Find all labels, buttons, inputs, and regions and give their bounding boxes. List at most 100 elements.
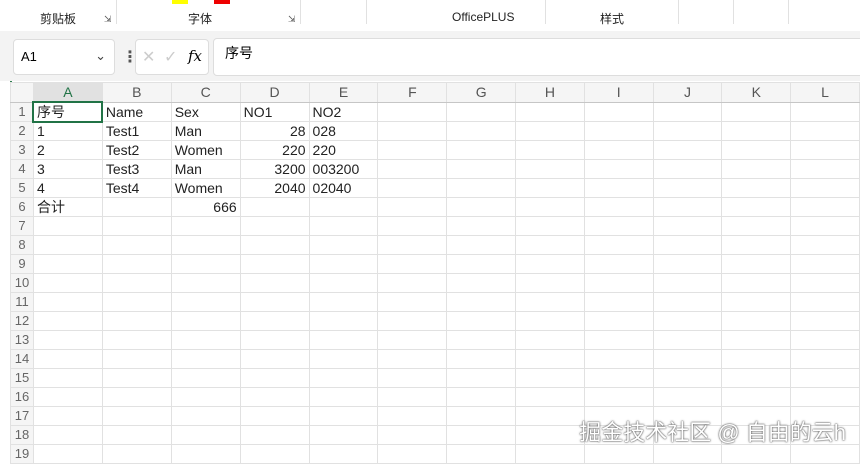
cell[interactable] <box>170 406 241 426</box>
cell[interactable] <box>583 178 654 198</box>
cell[interactable] <box>32 216 103 236</box>
cell[interactable] <box>652 235 723 255</box>
cell[interactable] <box>101 330 172 350</box>
cell[interactable] <box>446 311 517 331</box>
cell[interactable] <box>652 273 723 293</box>
cell[interactable] <box>32 330 103 350</box>
cell[interactable] <box>721 311 792 331</box>
cell[interactable] <box>101 235 172 255</box>
cell[interactable] <box>101 349 172 369</box>
cell[interactable] <box>721 292 792 312</box>
cell[interactable] <box>515 216 585 236</box>
cell[interactable] <box>721 101 792 122</box>
cell[interactable] <box>170 254 241 274</box>
cell[interactable]: Women <box>170 140 241 160</box>
cell[interactable] <box>377 387 448 407</box>
cell[interactable]: 1 <box>32 121 103 141</box>
cell[interactable]: 02040 <box>308 178 379 198</box>
cell[interactable] <box>446 101 517 122</box>
row-header[interactable]: 16 <box>10 387 34 407</box>
cell[interactable] <box>170 311 241 331</box>
row-header[interactable]: 5 <box>10 178 34 198</box>
enter-icon[interactable]: ✓ <box>164 47 177 67</box>
cell[interactable] <box>721 197 792 217</box>
cell[interactable] <box>32 349 103 369</box>
cell[interactable] <box>721 368 792 388</box>
clipboard-launcher-icon[interactable]: ⇲ <box>104 14 112 25</box>
row-header[interactable]: 1 <box>10 101 34 122</box>
cell[interactable] <box>515 292 585 312</box>
cell[interactable] <box>652 178 723 198</box>
cell[interactable] <box>377 121 448 141</box>
cell[interactable] <box>583 254 654 274</box>
cell[interactable] <box>446 197 517 217</box>
cell[interactable] <box>377 159 448 179</box>
font-color-icon[interactable] <box>214 0 230 4</box>
cell[interactable] <box>515 406 585 426</box>
cell[interactable] <box>170 330 241 350</box>
cell[interactable] <box>239 349 310 369</box>
cell[interactable] <box>446 178 517 198</box>
cell[interactable] <box>32 368 103 388</box>
cell[interactable] <box>515 330 585 350</box>
cell[interactable] <box>446 235 517 255</box>
cell[interactable] <box>515 368 585 388</box>
cell[interactable] <box>515 101 585 122</box>
cell[interactable] <box>790 254 860 274</box>
cell[interactable] <box>721 216 792 236</box>
cell[interactable] <box>239 197 310 217</box>
cell[interactable] <box>101 273 172 293</box>
row-header[interactable]: 11 <box>10 292 34 312</box>
cell[interactable] <box>377 425 448 445</box>
cell[interactable] <box>377 349 448 369</box>
cell[interactable] <box>790 330 860 350</box>
cell[interactable]: 220 <box>239 140 310 160</box>
cell[interactable] <box>583 311 654 331</box>
cell[interactable]: 666 <box>170 197 241 217</box>
row-header[interactable]: 2 <box>10 121 34 141</box>
cell[interactable]: 28 <box>239 121 310 141</box>
row-header[interactable]: 6 <box>10 197 34 217</box>
cell[interactable] <box>515 197 585 217</box>
cell[interactable] <box>239 425 310 445</box>
cell[interactable] <box>652 311 723 331</box>
cell[interactable] <box>377 101 448 122</box>
column-header[interactable]: J <box>652 82 723 103</box>
cell[interactable] <box>170 387 241 407</box>
cell[interactable] <box>721 159 792 179</box>
cell[interactable] <box>515 254 585 274</box>
cell[interactable] <box>446 273 517 293</box>
cell[interactable] <box>446 292 517 312</box>
cell[interactable] <box>239 387 310 407</box>
cell[interactable] <box>170 235 241 255</box>
cell[interactable] <box>446 387 517 407</box>
chevron-down-icon[interactable]: ⌄ <box>95 48 106 64</box>
column-header[interactable]: L <box>790 82 860 103</box>
cell[interactable] <box>170 349 241 369</box>
row-header[interactable]: 14 <box>10 349 34 369</box>
highlight-color-icon[interactable] <box>172 0 188 4</box>
cell[interactable] <box>239 406 310 426</box>
row-header[interactable]: 17 <box>10 406 34 426</box>
cell[interactable]: Test4 <box>101 178 172 198</box>
column-header[interactable]: A <box>32 82 103 103</box>
cell[interactable] <box>446 159 517 179</box>
cell[interactable]: 028 <box>308 121 379 141</box>
column-header[interactable]: E <box>308 82 379 103</box>
cell[interactable] <box>583 273 654 293</box>
cell[interactable] <box>583 292 654 312</box>
cell[interactable] <box>101 216 172 236</box>
cell[interactable] <box>32 235 103 255</box>
cell[interactable] <box>790 140 860 160</box>
cell[interactable] <box>446 216 517 236</box>
row-header[interactable]: 13 <box>10 330 34 350</box>
cell[interactable] <box>377 406 448 426</box>
select-all[interactable] <box>10 82 34 103</box>
cell[interactable] <box>515 159 585 179</box>
column-header[interactable]: I <box>583 82 654 103</box>
cell[interactable]: Man <box>170 159 241 179</box>
cell[interactable] <box>515 121 585 141</box>
cell[interactable]: Test2 <box>101 140 172 160</box>
cell[interactable] <box>308 197 379 217</box>
cell[interactable] <box>515 387 585 407</box>
